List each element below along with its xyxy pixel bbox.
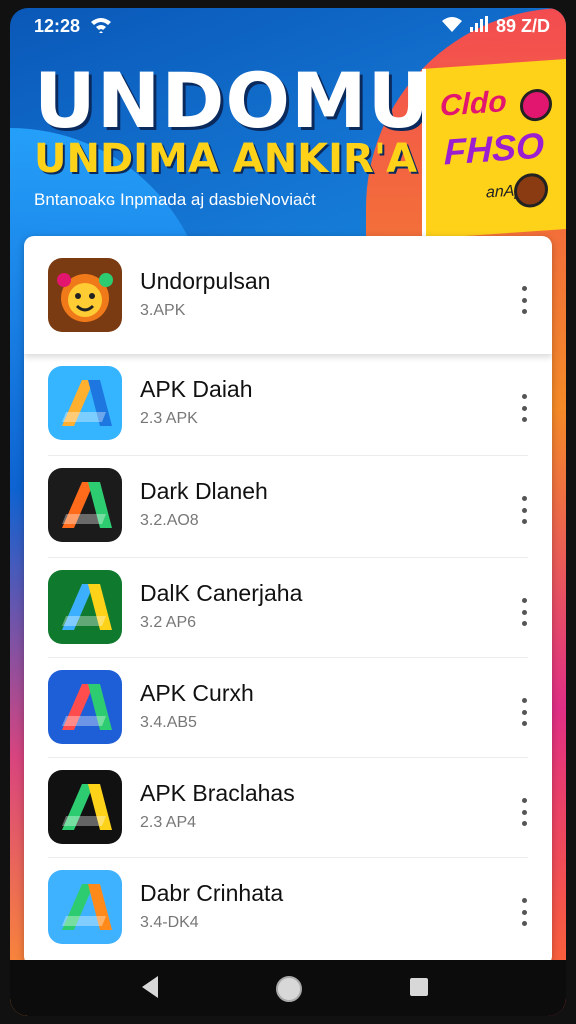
more-options-icon[interactable] (510, 390, 538, 426)
cookie-icon (514, 172, 548, 209)
navigation-bar (10, 960, 566, 1016)
app-version: 3.2 AP6 (140, 614, 197, 631)
app-list-item[interactable]: APK Curxh 3.4.AB5 (24, 658, 552, 758)
app-list-item[interactable]: DalK Canerjaha 3.2 AP6 (24, 558, 552, 658)
app-name: APK Braclahas (140, 780, 295, 806)
app-list-item[interactable]: APK Daiah 2.3 APK (24, 354, 552, 456)
app-name: Undorpulsan (140, 268, 271, 294)
sticker-badge-icon (520, 87, 552, 123)
home-icon[interactable] (276, 976, 302, 1002)
apk-arrow-icon (48, 570, 122, 644)
battery-text: 89 Z/D (495, 16, 550, 36)
app-list-item[interactable]: APK Braclahas 2.3 AP4 (24, 758, 552, 858)
app-version: 3.4-DK4 (140, 914, 199, 931)
app-version: 3.APK (140, 302, 186, 319)
more-options-icon[interactable] (510, 794, 538, 830)
apk-arrow-icon (48, 770, 122, 844)
more-options-icon[interactable] (510, 492, 538, 528)
more-options-icon[interactable] (510, 282, 538, 318)
sticker-text: Cldo (440, 85, 507, 123)
app-version: 2.3 AP4 (140, 814, 197, 831)
sticker-text: FHSO (444, 124, 545, 173)
more-options-icon[interactable] (510, 694, 538, 730)
cartoon-face-icon (48, 258, 122, 332)
app-name: DalK Canerjaha (140, 580, 303, 606)
apk-arrow-icon (48, 670, 122, 744)
app-name: APK Curxh (140, 680, 254, 706)
signal-icon (469, 16, 488, 37)
app-list-item[interactable]: Dark Dlaneh 3.2.AO8 (24, 456, 552, 558)
app-name: Dabr Crinhata (140, 880, 284, 906)
apk-arrow-icon (48, 870, 122, 944)
app-list-item[interactable]: Dabr Crinhata 3.4-DK4 (24, 858, 552, 966)
status-time: 12:28 (34, 16, 81, 36)
wifi-icon (90, 16, 112, 39)
app-list: Undorpulsan 3.APK APK Daiah 2.3 APK Dark Dla… (24, 236, 552, 966)
apk-arrow-icon (48, 468, 122, 542)
banner-subtitle: UNDIMA ANKIR'A (34, 136, 418, 182)
banner-tagline: Bntanoakɢ Inpmada aj dasbieNoviaċt (34, 190, 316, 209)
apk-arrow-icon (48, 366, 122, 440)
app-name: Dark Dlaneh (140, 478, 268, 504)
recents-icon[interactable] (410, 978, 428, 996)
more-options-icon[interactable] (510, 894, 538, 930)
back-icon[interactable] (142, 976, 158, 998)
phone-screen: 12:28 89 Z/D UNDOMUNN UNDIMA ANKIR'A Bnt… (10, 8, 566, 1016)
app-version: 3.2.AO8 (140, 512, 199, 529)
app-version: 2.3 APK (140, 410, 198, 427)
wifi-icon (441, 16, 462, 37)
app-name: APK Daiah (140, 376, 253, 402)
status-bar: 12:28 89 Z/D (10, 8, 566, 44)
status-icons: 89 Z/D (441, 16, 550, 37)
more-options-icon[interactable] (510, 594, 538, 630)
app-list-item[interactable]: Undorpulsan 3.APK (24, 236, 552, 354)
app-version: 3.4.AB5 (140, 714, 197, 731)
banner-sticker: Cldo FHSO anApt (422, 58, 566, 240)
promo-banner[interactable]: UNDOMUNN UNDIMA ANKIR'A Bntanoakɢ Inpmad… (10, 44, 566, 244)
